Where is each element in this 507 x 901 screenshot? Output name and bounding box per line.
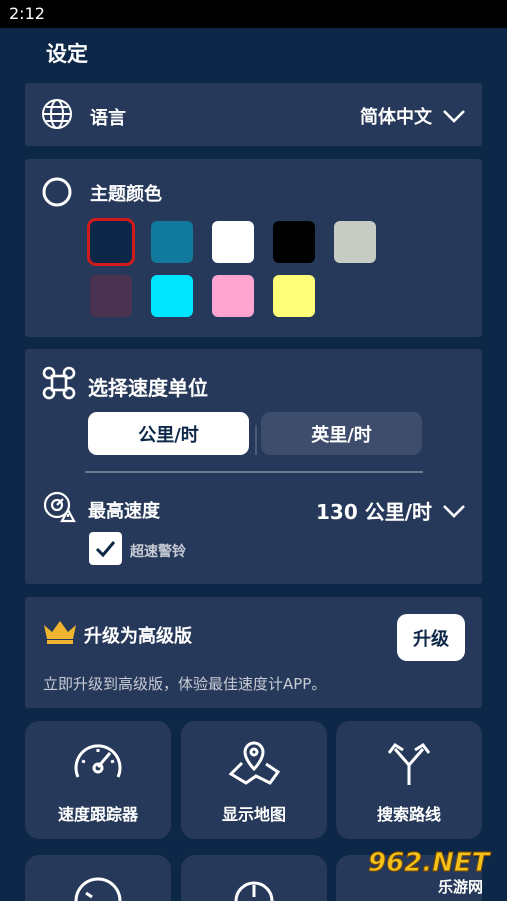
- language-label: 语言: [90, 108, 126, 129]
- status-time: 2:12: [9, 4, 45, 23]
- language-select[interactable]: 简体中文: [360, 103, 466, 129]
- max-speed-label: 最高速度: [88, 501, 160, 522]
- theme-swatch[interactable]: [212, 221, 254, 263]
- tile-label: 搜索路线: [376, 805, 441, 824]
- unit-nodes-icon: [42, 366, 76, 400]
- upgrade-description: 立即升级到高级版，体验最佳速度计APP。: [43, 675, 327, 693]
- speed-unit-label: 选择速度单位: [88, 376, 208, 400]
- watermark-site: 乐游网: [438, 878, 484, 896]
- theme-swatch[interactable]: [334, 221, 376, 263]
- alarm-checkbox[interactable]: [89, 532, 122, 565]
- checkmark-icon: [95, 541, 116, 558]
- globe-icon: [42, 99, 72, 129]
- language-value: 简体中文: [360, 107, 432, 128]
- segment-divider: [255, 425, 257, 455]
- upgrade-title: 升级为高级版: [84, 626, 192, 647]
- tile-partial-1[interactable]: [25, 855, 171, 901]
- theme-swatch[interactable]: [151, 275, 193, 317]
- status-bar: 2:12: [0, 0, 507, 28]
- speed-tracker-tile[interactable]: 速度跟踪器: [25, 721, 171, 839]
- section-divider: [85, 471, 423, 473]
- chevron-down-icon: [443, 504, 465, 518]
- max-speed-select[interactable]: 130 公里/时: [316, 496, 466, 525]
- unit-mph-button[interactable]: 英里/时: [261, 412, 422, 455]
- search-route-tile[interactable]: 搜索路线: [336, 721, 482, 839]
- theme-swatch[interactable]: [90, 275, 132, 317]
- route-split-icon: [387, 742, 431, 785]
- theme-swatch[interactable]: [273, 221, 315, 263]
- chevron-down-icon: [443, 110, 465, 123]
- alarm-label: 超速警铃: [130, 544, 186, 560]
- theme-swatch[interactable]: [90, 221, 132, 263]
- clock-icon: [234, 881, 274, 901]
- page-title: 设定: [46, 42, 88, 66]
- tile-label: 显示地图: [221, 805, 286, 824]
- theme-swatch[interactable]: [273, 275, 315, 317]
- show-map-tile[interactable]: 显示地图: [181, 721, 327, 839]
- watermark-brand: 962.NET: [367, 848, 490, 879]
- max-speed-value: 130 公里/时: [315, 500, 432, 524]
- circle-icon: [42, 177, 72, 207]
- gauge-icon: [74, 877, 122, 901]
- tile-label: 速度跟踪器: [57, 805, 138, 824]
- watermark: 962.NET 乐游网: [367, 846, 503, 898]
- theme-color-card: 主题颜色: [25, 159, 482, 337]
- theme-color-label: 主题颜色: [90, 184, 162, 205]
- theme-swatch[interactable]: [212, 275, 254, 317]
- language-card[interactable]: 语言 简体中文: [25, 83, 482, 146]
- upgrade-button[interactable]: 升级: [397, 614, 465, 661]
- theme-swatch[interactable]: [151, 221, 193, 263]
- tile-partial-2[interactable]: [181, 855, 327, 901]
- speedometer-icon: [74, 744, 122, 778]
- map-pin-icon: [228, 741, 280, 785]
- unit-kmh-button[interactable]: 公里/时: [88, 412, 249, 455]
- crown-icon: [44, 621, 76, 644]
- speed-limit-icon: [43, 491, 76, 523]
